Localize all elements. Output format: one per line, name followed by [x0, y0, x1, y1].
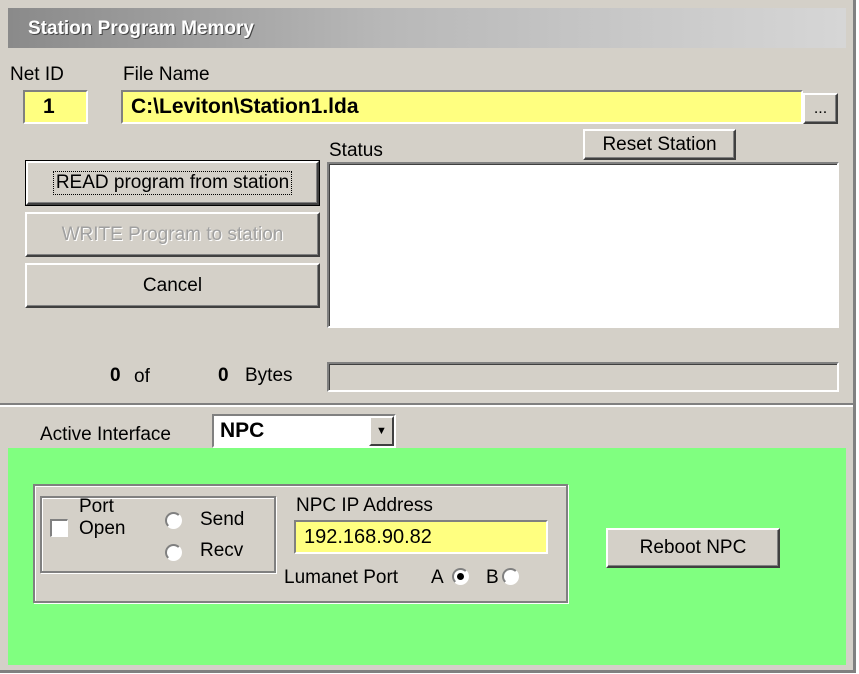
- status-label: Status: [329, 140, 383, 161]
- active-interface-value: NPC: [220, 419, 265, 442]
- bytes-total-value: 0: [218, 365, 229, 386]
- port-a-radio[interactable]: [452, 568, 469, 585]
- send-label: Send: [200, 509, 245, 530]
- active-interface-label: Active Interface: [40, 424, 171, 445]
- station-program-memory-window: Station Program Memory Net ID 1 File Nam…: [0, 0, 856, 673]
- status-box: [327, 162, 839, 328]
- port-b-label: B: [486, 567, 499, 588]
- reboot-npc-button[interactable]: Reboot NPC: [606, 528, 780, 568]
- active-interface-select[interactable]: NPC ▼: [212, 414, 396, 448]
- file-name-label: File Name: [123, 64, 210, 85]
- net-id-label: Net ID: [10, 64, 64, 85]
- section-divider: [0, 403, 853, 407]
- open-label: Open: [79, 518, 126, 539]
- title-bar: Station Program Memory: [8, 8, 846, 48]
- port-b-radio[interactable]: [502, 568, 519, 585]
- reset-station-button[interactable]: Reset Station: [583, 129, 736, 160]
- recv-label: Recv: [200, 540, 244, 561]
- bytes-done-value: 0: [110, 365, 121, 386]
- port-open-checkbox[interactable]: [50, 519, 68, 537]
- lumanet-port-label: Lumanet Port: [284, 567, 399, 588]
- browse-button[interactable]: ...: [803, 93, 838, 124]
- bytes-label: Bytes: [245, 365, 293, 386]
- read-program-button-label: READ program from station: [52, 171, 293, 195]
- read-program-button[interactable]: READ program from station: [25, 160, 320, 206]
- file-name-field[interactable]: C:\Leviton\Station1.lda: [121, 90, 803, 124]
- npc-ip-label: NPC IP Address: [296, 495, 433, 516]
- progress-bar: [327, 362, 839, 392]
- send-radio[interactable]: [165, 512, 182, 529]
- net-id-field[interactable]: 1: [23, 90, 88, 124]
- write-program-button[interactable]: WRITE Program to station: [25, 212, 320, 257]
- of-label: of: [134, 366, 150, 387]
- npc-ip-field[interactable]: 192.168.90.82: [294, 520, 548, 554]
- chevron-down-icon[interactable]: ▼: [369, 416, 394, 446]
- window-title: Station Program Memory: [28, 18, 254, 39]
- port-a-label: A: [431, 567, 444, 588]
- recv-radio[interactable]: [165, 544, 182, 561]
- port-label: Port: [79, 496, 114, 517]
- cancel-button[interactable]: Cancel: [25, 263, 320, 308]
